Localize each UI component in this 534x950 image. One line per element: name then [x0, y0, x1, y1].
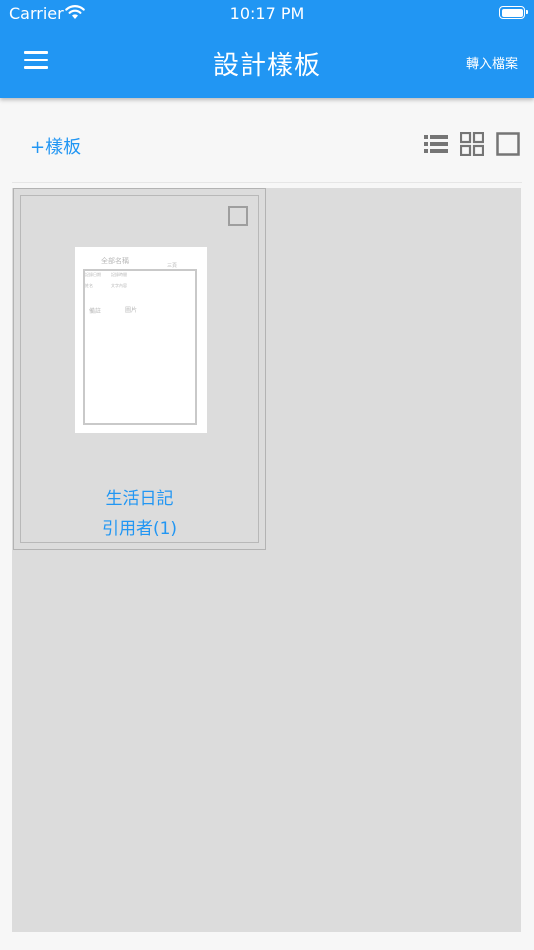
- template-grid: 全部名稱 三頁 記錄日期 記錄時間 姓名 文字內容 備註 圖片 生活日記 引用者…: [12, 188, 521, 932]
- thumbnail-note: 備註: [89, 308, 102, 315]
- status-time: 10:17 PM: [229, 4, 305, 23]
- battery-icon: [499, 6, 528, 19]
- template-thumbnail: 全部名稱 三頁 記錄日期 記錄時間 姓名 文字內容 備註 圖片: [75, 247, 207, 433]
- thumbnail-frame: [83, 269, 197, 425]
- template-toolbar: +樣板: [0, 98, 534, 182]
- toolbar-divider: [12, 182, 522, 183]
- template-users-count: 引用者(1): [101, 519, 178, 539]
- app-header: Carrier 10:17 PM 設計樣板 轉入檔案: [0, 0, 534, 98]
- thumbnail-field: 記錄時間: [111, 272, 127, 277]
- template-card[interactable]: 全部名稱 三頁 記錄日期 記錄時間 姓名 文字內容 備註 圖片 生活日記 引用者…: [13, 188, 266, 550]
- grid-view-icon[interactable]: [460, 132, 484, 156]
- select-checkbox[interactable]: [228, 206, 248, 226]
- thumbnail-title: 全部名稱: [101, 257, 129, 265]
- thumbnail-field: 姓名: [85, 283, 93, 288]
- thumbnail-field: 記錄日期: [85, 272, 101, 277]
- status-bar: Carrier 10:17 PM: [0, 0, 534, 28]
- import-file-button[interactable]: 轉入檔案: [466, 53, 518, 72]
- template-card-inner: 全部名稱 三頁 記錄日期 記錄時間 姓名 文字內容 備註 圖片 生活日記 引用者…: [20, 195, 259, 543]
- nav-bar: 設計樣板 轉入檔案: [0, 28, 534, 98]
- template-name: 生活日記: [105, 489, 174, 509]
- thumbnail-field: 文字內容: [111, 283, 127, 288]
- single-view-icon[interactable]: [496, 132, 520, 156]
- thumbnail-corner: 三頁: [167, 263, 178, 269]
- add-template-button[interactable]: +樣板: [30, 133, 81, 159]
- thumbnail-note: 圖片: [125, 307, 138, 314]
- list-view-icon[interactable]: [424, 132, 448, 156]
- page-title: 設計樣板: [212, 51, 321, 81]
